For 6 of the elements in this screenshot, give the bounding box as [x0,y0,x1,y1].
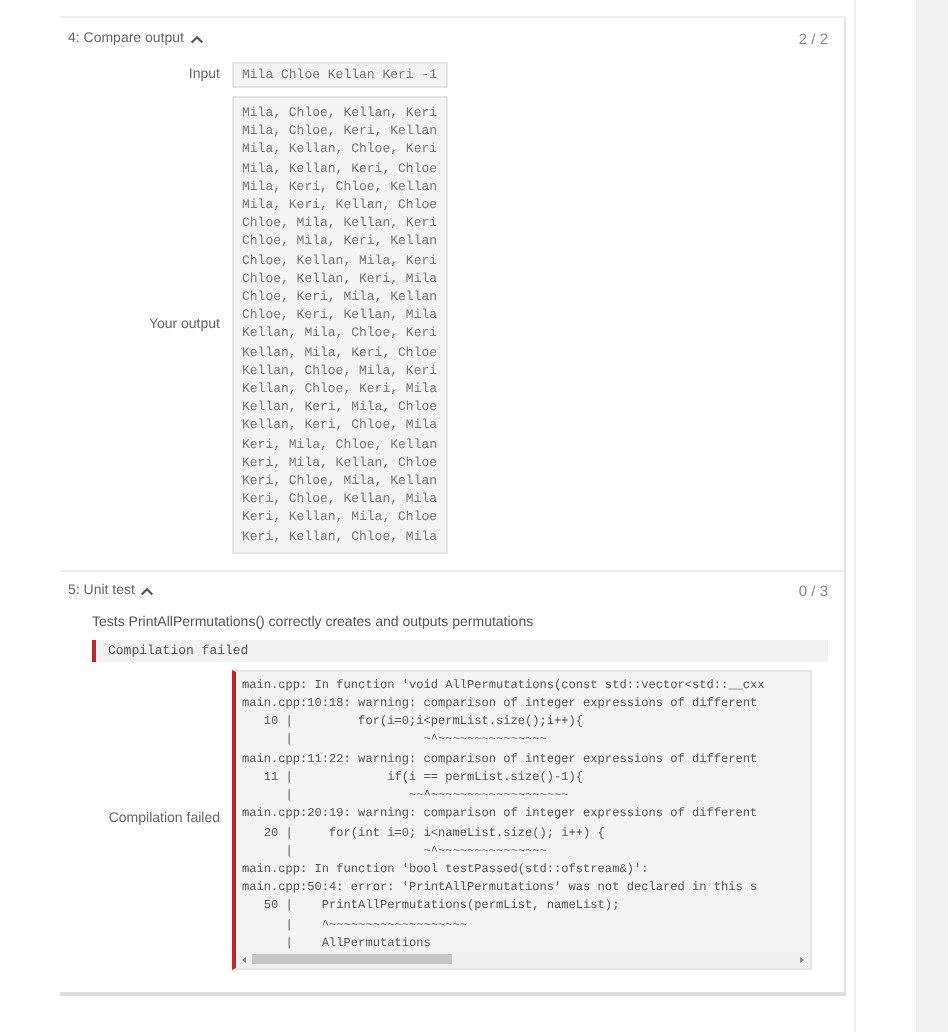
scrollbar-thumb[interactable] [252,954,452,965]
scroll-left-icon[interactable] [240,955,248,964]
caret-icon[interactable] [140,586,155,597]
horizontal-scrollbar[interactable] [236,951,810,968]
scroll-right-icon[interactable] [798,955,806,964]
caret-icon[interactable] [189,33,204,43]
